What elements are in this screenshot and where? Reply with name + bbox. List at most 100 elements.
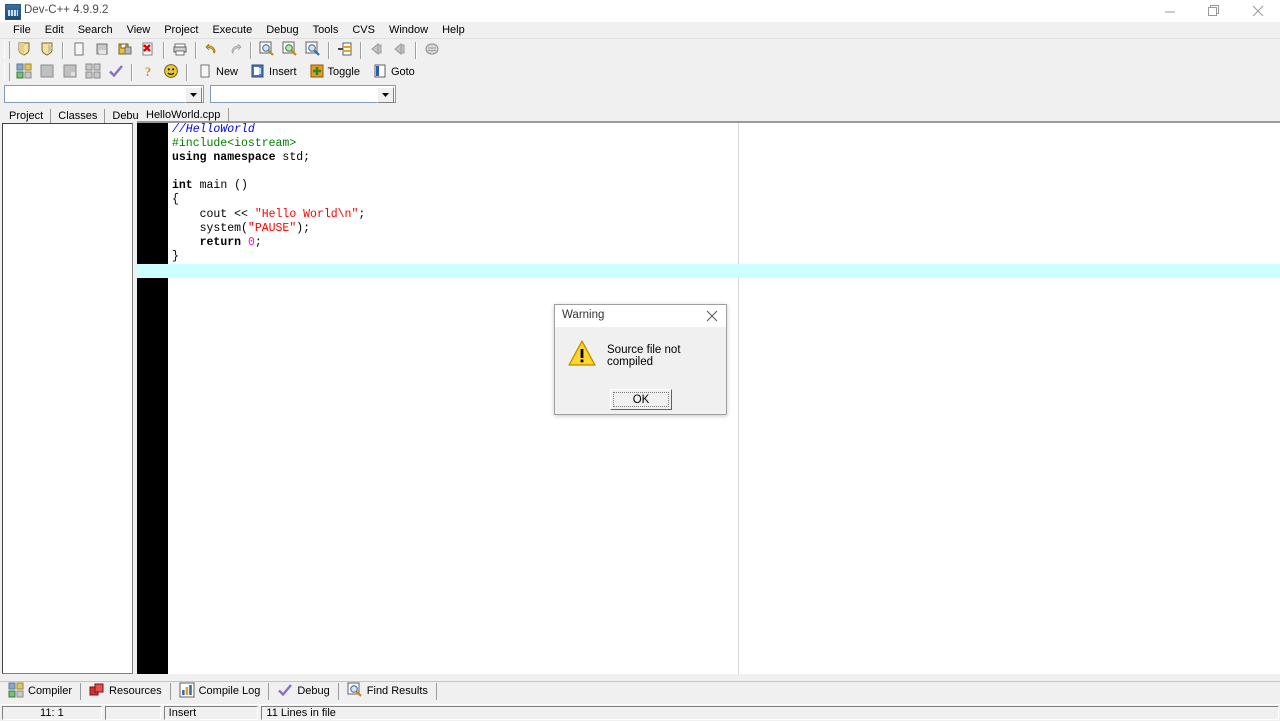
save-file-button[interactable] bbox=[114, 40, 135, 60]
insert-button[interactable]: Insert bbox=[245, 62, 302, 82]
restore-button[interactable] bbox=[1192, 0, 1236, 22]
code-lines: //HelloWorld #include<iostream> using name… bbox=[137, 123, 1280, 279]
dialog-body: Source file not compiled OK bbox=[555, 327, 726, 414]
code-token: "Hello World\n" bbox=[254, 207, 359, 221]
tab-project[interactable]: Project bbox=[2, 109, 52, 123]
undo-button[interactable] bbox=[201, 40, 222, 60]
toolbar-separator bbox=[195, 41, 196, 59]
grid-blocks2-icon bbox=[85, 63, 101, 82]
dialog-title: Warning bbox=[562, 309, 605, 321]
dialog-close-button[interactable] bbox=[698, 305, 726, 327]
close-button[interactable] bbox=[1236, 0, 1280, 22]
toggle-button[interactable]: Toggle bbox=[304, 62, 365, 82]
dev-cpp-window: Dev-C++ 4.9.9.2 File Edit Search View Projec… bbox=[0, 0, 1280, 721]
project-tree-panel[interactable] bbox=[2, 123, 133, 674]
menu-item-edit[interactable]: Edit bbox=[38, 23, 71, 37]
svg-text:?: ? bbox=[144, 64, 151, 79]
member-browser-combo[interactable] bbox=[210, 85, 396, 103]
close-file-button[interactable] bbox=[137, 40, 158, 60]
menu-item-cvs[interactable]: CVS bbox=[345, 23, 382, 37]
nav-forward-button[interactable] bbox=[389, 40, 410, 60]
tab-classes[interactable]: Classes bbox=[51, 109, 106, 123]
code-token: ; bbox=[358, 207, 366, 221]
goto-button-label: Goto bbox=[390, 66, 415, 78]
warning-triangle-icon bbox=[568, 340, 596, 367]
menu-item-execute[interactable]: Execute bbox=[205, 23, 259, 37]
open-project-button[interactable] bbox=[36, 40, 57, 60]
dialog-ok-button[interactable]: OK bbox=[610, 389, 672, 410]
insert-icon bbox=[250, 63, 266, 82]
run-button[interactable] bbox=[36, 62, 57, 82]
chevron-down-icon[interactable] bbox=[377, 87, 394, 103]
rebuild-all-button[interactable] bbox=[82, 62, 103, 82]
bottom-tab-compile-log[interactable]: Compile Log bbox=[177, 682, 270, 701]
undo-arrow-icon bbox=[204, 41, 220, 60]
bottom-tab-debug[interactable]: Debug bbox=[275, 682, 339, 700]
code-line: //HelloWorld bbox=[170, 123, 1280, 137]
smiley-icon bbox=[163, 63, 179, 82]
left-panel-tabs: Project Classes Debug bbox=[2, 106, 153, 123]
status-cursor-position: 11: 1 bbox=[2, 706, 102, 720]
help-button[interactable]: ? bbox=[137, 62, 158, 82]
code-line: return 0; bbox=[170, 236, 1280, 250]
block2-icon bbox=[62, 63, 78, 82]
minimize-button[interactable] bbox=[1148, 0, 1192, 22]
about-button[interactable] bbox=[160, 62, 181, 82]
bottom-tab-resources-label: Resources bbox=[109, 685, 162, 697]
menu-item-tools[interactable]: Tools bbox=[306, 23, 346, 37]
print-button[interactable] bbox=[169, 40, 190, 60]
magnifier-icon bbox=[347, 682, 363, 701]
code-token: { bbox=[172, 193, 179, 207]
toolbar-grip[interactable] bbox=[4, 63, 10, 81]
menu-item-view[interactable]: View bbox=[120, 23, 158, 37]
compile-run-button[interactable] bbox=[59, 62, 80, 82]
chevron-down-icon[interactable] bbox=[185, 87, 202, 103]
magnifier-icon bbox=[259, 41, 275, 60]
replace-button[interactable] bbox=[302, 40, 323, 60]
bottom-tab-compiler[interactable]: Compiler bbox=[6, 682, 82, 700]
folder-open-icon bbox=[94, 41, 110, 60]
page-delete-icon bbox=[140, 41, 156, 60]
menu-item-debug[interactable]: Debug bbox=[259, 23, 305, 37]
goto-line-button[interactable] bbox=[334, 40, 355, 60]
menu-item-window[interactable]: Window bbox=[382, 23, 435, 37]
magnifier-green-icon bbox=[282, 41, 298, 60]
code-token: int bbox=[172, 179, 193, 193]
toggle-button-label: Toggle bbox=[327, 66, 360, 78]
new-file-button[interactable] bbox=[68, 40, 89, 60]
toolbar-row-2: ? New Insert Toggle Goto bbox=[0, 61, 1280, 83]
grid-blocks-icon bbox=[16, 63, 32, 82]
find-next-button[interactable] bbox=[279, 40, 300, 60]
window-controls bbox=[1148, 0, 1280, 22]
menu-item-project[interactable]: Project bbox=[157, 23, 205, 37]
goto-button[interactable]: Goto bbox=[367, 62, 420, 82]
syntax-check-button[interactable] bbox=[105, 62, 126, 82]
code-line bbox=[137, 263, 1280, 279]
menu-item-help[interactable]: Help bbox=[435, 23, 472, 37]
checkmark-icon bbox=[108, 63, 124, 82]
bottom-tab-find-results[interactable]: Find Results bbox=[345, 682, 437, 701]
new-project-button[interactable] bbox=[13, 40, 34, 60]
shield-yellow-icon bbox=[16, 41, 32, 60]
menu-item-file[interactable]: File bbox=[6, 23, 38, 37]
goto-line-icon bbox=[337, 41, 353, 60]
new-bookmark-button[interactable]: New bbox=[192, 62, 243, 82]
class-browser-combo[interactable] bbox=[4, 85, 204, 103]
status-insert-mode: Insert bbox=[163, 706, 259, 720]
open-file-button[interactable] bbox=[91, 40, 112, 60]
code-line: system("PAUSE"); bbox=[170, 222, 1280, 236]
toolbar-area: ? New Insert Toggle Goto bbox=[0, 38, 1280, 83]
nav-back-button[interactable] bbox=[366, 40, 387, 60]
find-button[interactable] bbox=[256, 40, 277, 60]
menu-item-search[interactable]: Search bbox=[71, 23, 120, 37]
bottom-tab-resources[interactable]: Resources bbox=[87, 682, 171, 700]
toolbar-separator bbox=[328, 41, 329, 59]
code-token: system( bbox=[172, 221, 248, 235]
redo-button[interactable] bbox=[224, 40, 245, 60]
toolbar-grip[interactable] bbox=[4, 41, 10, 59]
compile-button[interactable] bbox=[13, 62, 34, 82]
profile-button[interactable] bbox=[421, 40, 442, 60]
bar-chart-icon bbox=[179, 682, 195, 701]
app-icon bbox=[5, 4, 21, 20]
